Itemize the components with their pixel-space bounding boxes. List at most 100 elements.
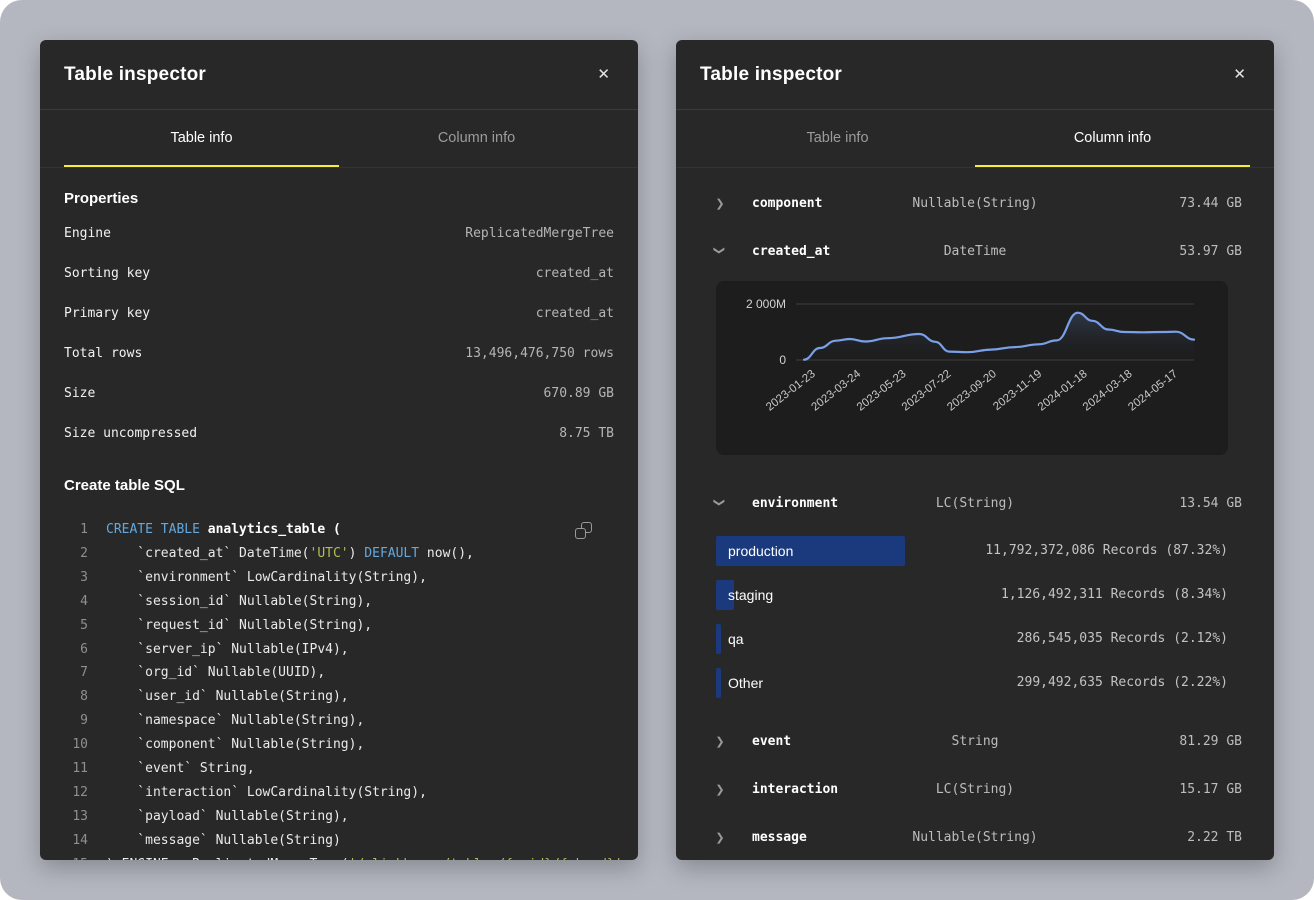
property-value: ReplicatedMergeTree [465, 226, 614, 241]
sql-token: 'UTC' [310, 546, 349, 561]
column-row[interactable]: ❯componentNullable(String)73.44 GB [700, 179, 1250, 227]
sql-code: `payload` Nullable(String), [106, 805, 349, 829]
dialog-header: Table inspector ✕ [40, 40, 638, 110]
value-bar-label: Other [716, 661, 1228, 705]
line-number: 7 [64, 661, 88, 685]
sql-line: 13 `payload` Nullable(String), [64, 805, 614, 829]
sql-token: `created_at` DateTime( [106, 546, 310, 561]
sql-line: 4 `session_id` Nullable(String), [64, 590, 614, 614]
chevron-right-icon: ❯ [715, 784, 724, 796]
tab-table-info[interactable]: Table info [64, 110, 339, 167]
column-row[interactable]: ❯messageNullable(String)2.22 TB [700, 813, 1250, 860]
sql-code: `interaction` LowCardinality(String), [106, 781, 427, 805]
chevron-right-icon: ❯ [715, 198, 724, 210]
copy-icon[interactable] [575, 522, 592, 539]
svg-text:2023-01-23: 2023-01-23 [764, 368, 818, 414]
chevron-cell: ❯ [700, 494, 740, 512]
sql-token: `user_id` Nullable(String), [106, 689, 349, 704]
sql-code: `created_at` DateTime('UTC') DEFAULT now… [106, 542, 474, 566]
close-icon[interactable]: ✕ [593, 63, 614, 86]
value-bar-row: staging1,126,492,311 Records (8.34%) [716, 573, 1228, 617]
sql-line: 5 `request_id` Nullable(String), [64, 614, 614, 638]
column-info-content: ❯componentNullable(String)73.44 GB❯creat… [676, 179, 1274, 860]
sql-token: ) [349, 546, 365, 561]
column-name: interaction [740, 782, 908, 797]
chevron-down-icon: ❯ [714, 498, 727, 507]
sql-token: `environment` LowCardinality(String), [106, 570, 427, 585]
sql-line: 1 CREATE TABLE analytics_table ( [64, 518, 614, 542]
sql-token: `server_ip` Nullable(IPv4), [106, 642, 349, 657]
create-table-sql-heading: Create table SQL [64, 463, 614, 494]
sql-line: 7 `org_id` Nullable(UUID), [64, 661, 614, 685]
line-number: 8 [64, 685, 88, 709]
sql-token: analytics_table ( [200, 522, 341, 537]
property-value: 670.89 GB [544, 386, 614, 401]
chevron-right-icon: ❯ [715, 736, 724, 748]
value-bar-label: qa [716, 617, 1228, 661]
sql-line: 10 `component` Nullable(String), [64, 733, 614, 757]
column-name: created_at [740, 244, 916, 259]
line-number: 1 [64, 518, 88, 542]
svg-text:0: 0 [779, 353, 786, 367]
column-list: ❯componentNullable(String)73.44 GB❯creat… [700, 179, 1250, 860]
sql-line: 9 `namespace` Nullable(String), [64, 709, 614, 733]
svg-text:2024-05-17: 2024-05-17 [1126, 368, 1180, 414]
line-number: 10 [64, 733, 88, 757]
column-type: LC(String) [936, 496, 1014, 511]
line-number: 15 [64, 853, 88, 860]
sql-code: `environment` LowCardinality(String), [106, 566, 427, 590]
column-row[interactable]: ❯created_atDateTime53.97 GB [700, 227, 1250, 275]
column-size: 53.97 GB [1154, 244, 1250, 259]
histogram-svg: 2 000M02023-01-232023-03-242023-05-23202… [716, 281, 1228, 455]
close-icon[interactable]: ✕ [1229, 63, 1250, 86]
sql-code: ) ENGINE = ReplicatedMergeTree('/clickho… [106, 853, 623, 860]
line-number: 5 [64, 614, 88, 638]
line-number: 2 [64, 542, 88, 566]
line-number: 12 [64, 781, 88, 805]
sql-line: 14 `message` Nullable(String) [64, 829, 614, 853]
property-label: Total rows [64, 346, 142, 361]
column-size: 81.29 GB [1154, 734, 1250, 749]
column-name: event [740, 734, 924, 749]
properties-heading: Properties [64, 190, 614, 207]
column-type: Nullable(String) [912, 830, 1037, 845]
column-row[interactable]: ❯ event String 81.29 GB [700, 717, 1250, 765]
property-row: EngineReplicatedMergeTree [64, 213, 614, 253]
sql-code: `session_id` Nullable(String), [106, 590, 372, 614]
dialog-header: Table inspector ✕ [676, 40, 1274, 110]
svg-text:2023-09-20: 2023-09-20 [945, 368, 999, 414]
sql-token: `event` String, [106, 761, 255, 776]
page-background: Table inspector ✕ Table info Column info… [0, 0, 1314, 900]
column-row[interactable]: ❯interactionLC(String)15.17 GB [700, 765, 1250, 813]
column-name: message [740, 830, 884, 845]
svg-text:2023-03-24: 2023-03-24 [809, 368, 863, 414]
chevron-cell: ❯ [700, 732, 740, 750]
created-at-histogram: 2 000M02023-01-232023-03-242023-05-23202… [716, 281, 1228, 455]
tab-table-info[interactable]: Table info [700, 110, 975, 167]
sql-token: `component` Nullable(String), [106, 737, 364, 752]
chevron-cell: ❯ [700, 828, 740, 846]
svg-text:2023-11-19: 2023-11-19 [991, 368, 1044, 413]
sql-token: `message` Nullable(String) [106, 833, 341, 848]
sql-line: 8 `user_id` Nullable(String), [64, 685, 614, 709]
tab-column-info[interactable]: Column info [339, 110, 614, 167]
tab-column-info[interactable]: Column info [975, 110, 1250, 167]
sql-lines: 1 CREATE TABLE analytics_table ( 2 `create… [64, 518, 614, 860]
dialog-title: Table inspector [64, 64, 206, 86]
property-value: 8.75 TB [559, 426, 614, 441]
sql-line: 6 `server_ip` Nullable(IPv4), [64, 638, 614, 662]
column-type: String [952, 734, 999, 749]
sql-line: 12 `interaction` LowCardinality(String), [64, 781, 614, 805]
svg-text:2023-07-22: 2023-07-22 [900, 368, 954, 414]
value-bar-row: production11,792,372,086 Records (87.32%… [716, 529, 1228, 573]
column-row[interactable]: ❯environmentLC(String)13.54 GB [700, 479, 1250, 527]
line-number: 11 [64, 757, 88, 781]
line-number: 3 [64, 566, 88, 590]
sql-code: CREATE TABLE analytics_table ( [106, 518, 341, 542]
chevron-right-icon: ❯ [715, 832, 724, 844]
column-name: component [740, 196, 884, 211]
sql-token: `org_id` Nullable(UUID), [106, 665, 325, 680]
sql-token: `interaction` LowCardinality(String), [106, 785, 427, 800]
column-type: DateTime [944, 244, 1007, 259]
sql-token: DEFAULT [364, 546, 419, 561]
